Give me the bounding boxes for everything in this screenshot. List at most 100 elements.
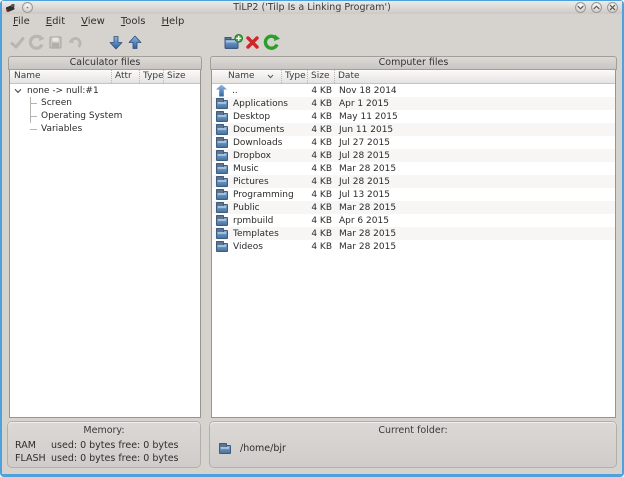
file-name-cell: Downloads	[212, 137, 281, 148]
undo-button-disabled	[65, 31, 84, 53]
maximize-button[interactable]	[591, 2, 602, 13]
app-window: TiLP2 ('Tilp Is a Linking Program')	[0, 0, 624, 477]
file-size: 4 KB	[307, 86, 334, 96]
file-name-cell: Templates	[212, 228, 281, 239]
calculator-files-header: Calculator files	[8, 56, 202, 70]
tree-child-row[interactable]: Variables	[10, 123, 200, 136]
file-rows: .. 4 KB Nov 18 2014 Applications 4 KB Ap…	[212, 84, 615, 253]
file-name: Templates	[233, 229, 279, 239]
file-date: May 11 2015	[334, 112, 615, 122]
computer-files-column-header: Name Type Size Date	[212, 70, 615, 84]
menu-item[interactable]: Edit	[38, 14, 73, 29]
minimize-button[interactable]	[575, 2, 586, 13]
file-name: Documents	[233, 125, 284, 135]
file-row[interactable]: Templates 4 KB Mar 28 2015	[212, 227, 615, 240]
menu-item[interactable]: View	[73, 14, 113, 29]
file-date: Mar 28 2015	[334, 242, 615, 252]
file-name: Public	[233, 203, 260, 213]
window-controls	[575, 2, 618, 13]
file-row[interactable]: .. 4 KB Nov 18 2014	[212, 84, 615, 97]
file-row[interactable]: Dropbox 4 KB Jul 28 2015	[212, 149, 615, 162]
file-row[interactable]: Public 4 KB Mar 28 2015	[212, 201, 615, 214]
window-menu-button[interactable]	[22, 2, 33, 13]
calculator-files-list: Name Attr Type Size none -> null:#1 Scre…	[9, 70, 201, 418]
column-date[interactable]: Date	[334, 70, 609, 83]
memory-title: Memory:	[8, 425, 200, 436]
memory-row-label: FLASH	[15, 452, 51, 465]
file-name: Videos	[233, 242, 263, 252]
file-row[interactable]: Music 4 KB Mar 28 2015	[212, 162, 615, 175]
expander-chevron-icon[interactable]	[14, 88, 22, 94]
file-name-cell: Documents	[212, 124, 281, 135]
send-to-calc-down-arrow-button[interactable]	[106, 31, 125, 53]
file-size: 4 KB	[307, 216, 334, 226]
window-frame: TiLP2 ('Tilp Is a Linking Program')	[2, 1, 622, 474]
file-row[interactable]: Pictures 4 KB Jul 28 2015	[212, 175, 615, 188]
file-icon	[216, 243, 228, 252]
file-size: 4 KB	[307, 242, 334, 252]
file-row[interactable]: Applications 4 KB Apr 1 2015	[212, 97, 615, 110]
tree-root-row[interactable]: none -> null:#1	[10, 84, 200, 97]
column-name-label: Name	[228, 70, 255, 83]
file-row[interactable]: Programming 4 KB Jul 13 2015	[212, 188, 615, 201]
toolbar	[2, 29, 622, 55]
file-name-cell: Public	[212, 202, 281, 213]
delete-button[interactable]	[243, 31, 262, 53]
file-name: Pictures	[233, 177, 269, 187]
receive-from-calc-up-arrow-button[interactable]	[125, 31, 144, 53]
refresh-calc-button-disabled	[27, 31, 46, 53]
file-row[interactable]: Videos 4 KB Mar 28 2015	[212, 240, 615, 253]
column-size[interactable]: Size	[307, 70, 334, 83]
file-name: Music	[233, 164, 259, 174]
memory-row: FLASH used: 0 bytes free: 0 bytes	[8, 452, 200, 465]
column-type[interactable]: Type	[281, 70, 307, 83]
menu-item[interactable]: Tools	[113, 14, 154, 29]
file-row[interactable]: rpmbuild 4 KB Apr 6 2015	[212, 214, 615, 227]
current-folder-title: Current folder:	[210, 425, 616, 436]
file-name-cell: Pictures	[212, 176, 281, 187]
file-icon	[216, 100, 228, 109]
column-type[interactable]: Type	[139, 70, 163, 83]
column-name[interactable]: Name	[212, 70, 281, 83]
menu-item[interactable]: Help	[154, 14, 193, 29]
tree-root-label: none -> null:#1	[27, 86, 99, 96]
column-name[interactable]: Name	[10, 70, 111, 83]
file-row[interactable]: Documents 4 KB Jun 11 2015	[212, 123, 615, 136]
file-name: Downloads	[233, 138, 282, 148]
computer-files-list: Name Type Size Date .. 4	[211, 70, 616, 418]
file-icon	[216, 217, 228, 226]
file-row[interactable]: Downloads 4 KB Jul 27 2015	[212, 136, 615, 149]
file-date: Jun 11 2015	[334, 125, 615, 135]
file-date: Mar 28 2015	[334, 203, 615, 213]
file-date: Nov 18 2014	[334, 86, 615, 96]
file-size: 4 KB	[307, 177, 334, 187]
file-icon	[216, 178, 228, 187]
titlebar[interactable]: TiLP2 ('Tilp Is a Linking Program')	[2, 1, 622, 14]
refresh-button[interactable]	[262, 31, 281, 53]
tree-child-row[interactable]: Screen	[10, 97, 200, 110]
file-icon	[216, 230, 228, 239]
sort-chevron-down-icon	[267, 74, 274, 79]
current-folder-row: /home/bjr	[219, 443, 616, 454]
file-icon	[216, 139, 228, 148]
close-button[interactable]	[607, 2, 618, 13]
file-date: Jul 27 2015	[334, 138, 615, 148]
file-icon	[216, 152, 228, 161]
file-icon	[216, 85, 227, 97]
column-attr[interactable]: Attr	[111, 70, 139, 83]
file-row[interactable]: Desktop 4 KB May 11 2015	[212, 110, 615, 123]
column-size[interactable]: Size	[163, 70, 187, 83]
new-folder-button[interactable]	[224, 31, 243, 53]
menu-item[interactable]: File	[5, 14, 38, 29]
tree-children: ScreenOperating SystemVariables	[10, 97, 200, 136]
file-name: ..	[232, 86, 238, 96]
file-date: Mar 28 2015	[334, 164, 615, 174]
file-date: Jul 28 2015	[334, 151, 615, 161]
file-icon	[216, 126, 228, 135]
tree-child-row[interactable]: Operating System	[10, 110, 200, 123]
check-button-disabled	[8, 31, 27, 53]
file-icon	[216, 165, 228, 174]
file-name: rpmbuild	[233, 216, 273, 226]
file-name-cell: Music	[212, 163, 281, 174]
file-size: 4 KB	[307, 229, 334, 239]
